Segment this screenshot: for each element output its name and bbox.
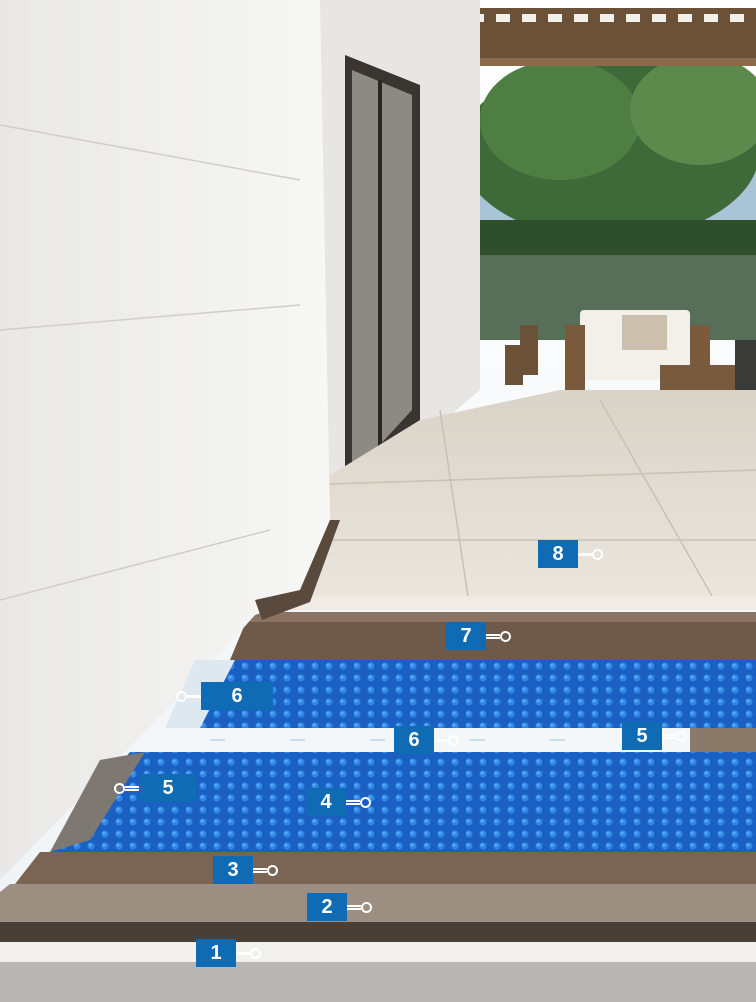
callout-8: 8 xyxy=(538,540,603,568)
callout-5-right-number: 5 xyxy=(622,722,662,750)
callout-5-left-number: 5 xyxy=(139,774,197,802)
terrace-layer-illustration xyxy=(0,0,756,1002)
callout-6-left: 6 xyxy=(176,682,273,710)
callout-6-center: 6 xyxy=(394,726,459,754)
callout-4: 4 xyxy=(306,788,371,816)
callout-3-number: 3 xyxy=(213,856,253,884)
callout-8-number: 8 xyxy=(538,540,578,568)
callout-6-center-number: 6 xyxy=(394,726,434,754)
callout-1-number: 1 xyxy=(196,939,236,967)
callout-3: 3 xyxy=(213,856,278,884)
callout-4-number: 4 xyxy=(306,788,346,816)
callout-5-right: 5 xyxy=(622,722,687,750)
callout-7-number: 7 xyxy=(446,622,486,650)
callout-2: 2 xyxy=(307,893,372,921)
callout-1: 1 xyxy=(196,939,261,967)
callout-5-left: 5 xyxy=(114,774,197,802)
callout-2-number: 2 xyxy=(307,893,347,921)
callout-7: 7 xyxy=(446,622,511,650)
callout-6-left-number: 6 xyxy=(201,682,273,710)
